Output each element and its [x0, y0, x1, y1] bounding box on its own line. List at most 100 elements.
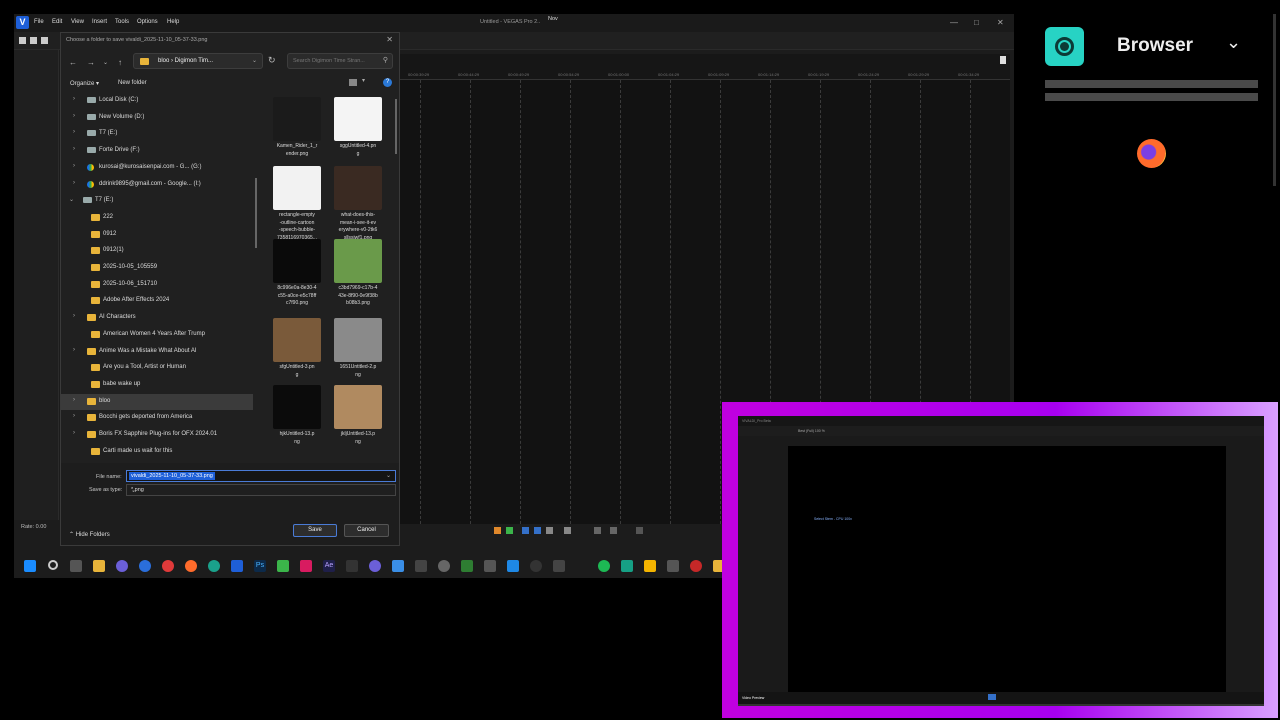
- mode-icon[interactable]: [636, 527, 643, 534]
- vegas-taskbar-icon[interactable]: [231, 560, 243, 572]
- start-icon[interactable]: [24, 560, 36, 572]
- chevron-right-icon[interactable]: ›: [73, 113, 75, 119]
- preview-canvas[interactable]: Select Stem - CPU 100x: [788, 446, 1226, 692]
- play-icon[interactable]: [988, 694, 996, 700]
- file-item[interactable]: sfgUntitled-3.pn g: [269, 318, 325, 379]
- tree-item[interactable]: Adobe After Effects 2024: [61, 293, 253, 309]
- app-green-icon[interactable]: [277, 560, 289, 572]
- open-icon[interactable]: [30, 37, 37, 44]
- chevron-down-icon[interactable]: ⌄: [131, 487, 391, 494]
- menu-options[interactable]: Options: [137, 19, 158, 25]
- files-scrollbar[interactable]: [395, 99, 397, 154]
- preview-quality[interactable]: Best (Full) 100 %: [798, 429, 825, 433]
- tree-item[interactable]: Are you a Tool, Artist or Human: [61, 360, 253, 376]
- organize-button[interactable]: Organize ▾: [70, 80, 99, 87]
- chevron-down-icon[interactable]: ▾: [362, 77, 365, 84]
- split-tool-icon[interactable]: [564, 527, 571, 534]
- hide-folders-button[interactable]: ⌃ Hide Folders: [69, 531, 110, 538]
- tree-item[interactable]: › Boris FX Sapphire Plug-ins for OFX 2024…: [61, 427, 253, 443]
- time-ruler[interactable]: 00:00:39:29 00:00:44:29 00:00:49:29 00:00:5…: [400, 54, 1010, 80]
- app-gray2-icon[interactable]: [667, 560, 679, 572]
- cursor-tool-icon[interactable]: [534, 527, 541, 534]
- file-item[interactable]: 1651Untitled-2.p ng: [330, 318, 386, 379]
- preview-footer-tab[interactable]: Video Preview: [742, 696, 764, 700]
- tree-scrollbar[interactable]: [255, 178, 257, 248]
- file-name-field[interactable]: vivaldi_2025-11-10_05-37-33.png ⌄: [126, 470, 396, 482]
- file-item[interactable]: 8c996e0a-8e30-4 c55-a0ce-e5c78ff c7f90.png: [269, 239, 325, 308]
- tree-item[interactable]: 2025-10-05_105559: [61, 260, 253, 276]
- menu-tools[interactable]: Tools: [115, 19, 129, 25]
- dialog-close-icon[interactable]: ✕: [386, 35, 393, 44]
- app-dark-icon[interactable]: [553, 560, 565, 572]
- tree-item[interactable]: American Women 4 Years After Trump: [61, 327, 253, 343]
- tree-item[interactable]: › Forte Drive (F:): [61, 143, 253, 159]
- minimize-icon[interactable]: —: [950, 18, 958, 27]
- chevron-right-icon[interactable]: ›: [73, 180, 75, 186]
- copilot-icon[interactable]: [116, 560, 128, 572]
- discord-icon[interactable]: [369, 560, 381, 572]
- tree-item[interactable]: › Local Disk (C:): [61, 93, 253, 109]
- tree-item[interactable]: › kurosai@kurosaisenpai.com - G... (G:): [61, 160, 253, 176]
- tree-item[interactable]: 222: [61, 210, 253, 226]
- chevron-right-icon[interactable]: ›: [73, 430, 75, 436]
- tree-item[interactable]: › Bocchi gets deported from America: [61, 410, 253, 426]
- photos-icon[interactable]: [392, 560, 404, 572]
- chevron-right-icon[interactable]: ›: [73, 129, 75, 135]
- chevron-right-icon[interactable]: ›: [73, 96, 75, 102]
- file-item[interactable]: what-does-this-mean-i-see-it-ev erywhere-…: [330, 166, 386, 242]
- chevron-down-icon[interactable]: ⌄: [1226, 32, 1241, 53]
- envelope-tool-icon[interactable]: [546, 527, 553, 534]
- play-icon[interactable]: [506, 527, 513, 534]
- view-options-icon[interactable]: [349, 79, 357, 86]
- app-gray-icon[interactable]: [484, 560, 496, 572]
- tree-item[interactable]: › T7 (E:): [61, 126, 253, 142]
- file-item[interactable]: rectangle-empty -outline-cartoon -speech-b…: [269, 166, 325, 242]
- marker-button-icon[interactable]: [494, 527, 501, 534]
- tree-item[interactable]: babe wake up: [61, 377, 253, 393]
- search-icon[interactable]: [48, 560, 58, 570]
- app-yellow-icon[interactable]: [644, 560, 656, 572]
- chevron-right-icon[interactable]: ›: [73, 347, 75, 353]
- up-arrow-icon[interactable]: ↑: [118, 58, 122, 67]
- address-bar[interactable]: bloo › Digimon Tim... ⌄: [133, 53, 263, 69]
- browser-source-icon[interactable]: [1045, 27, 1084, 66]
- capcut-icon[interactable]: [346, 560, 358, 572]
- tree-item[interactable]: 0912(1): [61, 243, 253, 259]
- new-project-icon[interactable]: [19, 37, 26, 44]
- todo-icon[interactable]: [139, 560, 151, 572]
- tree-item[interactable]: 2025-10-06_151710: [61, 277, 253, 293]
- chevron-right-icon[interactable]: ›: [73, 163, 75, 169]
- chevron-right-icon[interactable]: ›: [73, 146, 75, 152]
- help-icon[interactable]: ?: [383, 78, 392, 87]
- maximize-icon[interactable]: □: [974, 18, 979, 27]
- recent-chevron-icon[interactable]: ⌄: [103, 59, 108, 66]
- photoshop-icon[interactable]: Ps: [254, 560, 266, 572]
- preview-scrollbar[interactable]: [738, 704, 1264, 706]
- tree-item[interactable]: Carti made us wait for this: [61, 444, 253, 460]
- marker-icon[interactable]: [1000, 56, 1006, 64]
- menu-help[interactable]: Help: [167, 19, 179, 25]
- edge-icon[interactable]: [208, 560, 220, 572]
- chevron-right-icon[interactable]: ›: [73, 397, 75, 403]
- zoom-tool-icon[interactable]: [594, 527, 601, 534]
- vivaldi-icon[interactable]: [162, 560, 174, 572]
- spotify-icon[interactable]: [598, 560, 610, 572]
- firefox-icon[interactable]: [1137, 139, 1166, 168]
- firefox-taskbar-icon[interactable]: [185, 560, 197, 572]
- chevron-down-icon[interactable]: ⌄: [69, 196, 74, 203]
- save-as-type-select[interactable]: *.png ⌄: [126, 484, 396, 496]
- tree-item[interactable]: › ddrink9895@gmail.com - Google... (I:): [61, 177, 253, 193]
- chevron-down-icon[interactable]: ⌄: [252, 57, 257, 64]
- task-view-icon[interactable]: [70, 560, 82, 572]
- chevron-right-icon[interactable]: ›: [73, 313, 75, 319]
- lock-icon[interactable]: [610, 527, 617, 534]
- app-pink-icon[interactable]: [300, 560, 312, 572]
- tree-item[interactable]: › AI Characters: [61, 310, 253, 326]
- cancel-button[interactable]: Cancel: [344, 524, 389, 537]
- obs-icon[interactable]: [530, 560, 542, 572]
- chevron-right-icon[interactable]: ›: [73, 413, 75, 419]
- file-item[interactable]: sggUntitled-4.pn g: [330, 97, 386, 158]
- tree-item[interactable]: › New Volume (D:): [61, 110, 253, 126]
- file-item[interactable]: hjkUntitled-13.p ng: [269, 385, 325, 446]
- chevron-down-icon[interactable]: ⌄: [386, 472, 391, 479]
